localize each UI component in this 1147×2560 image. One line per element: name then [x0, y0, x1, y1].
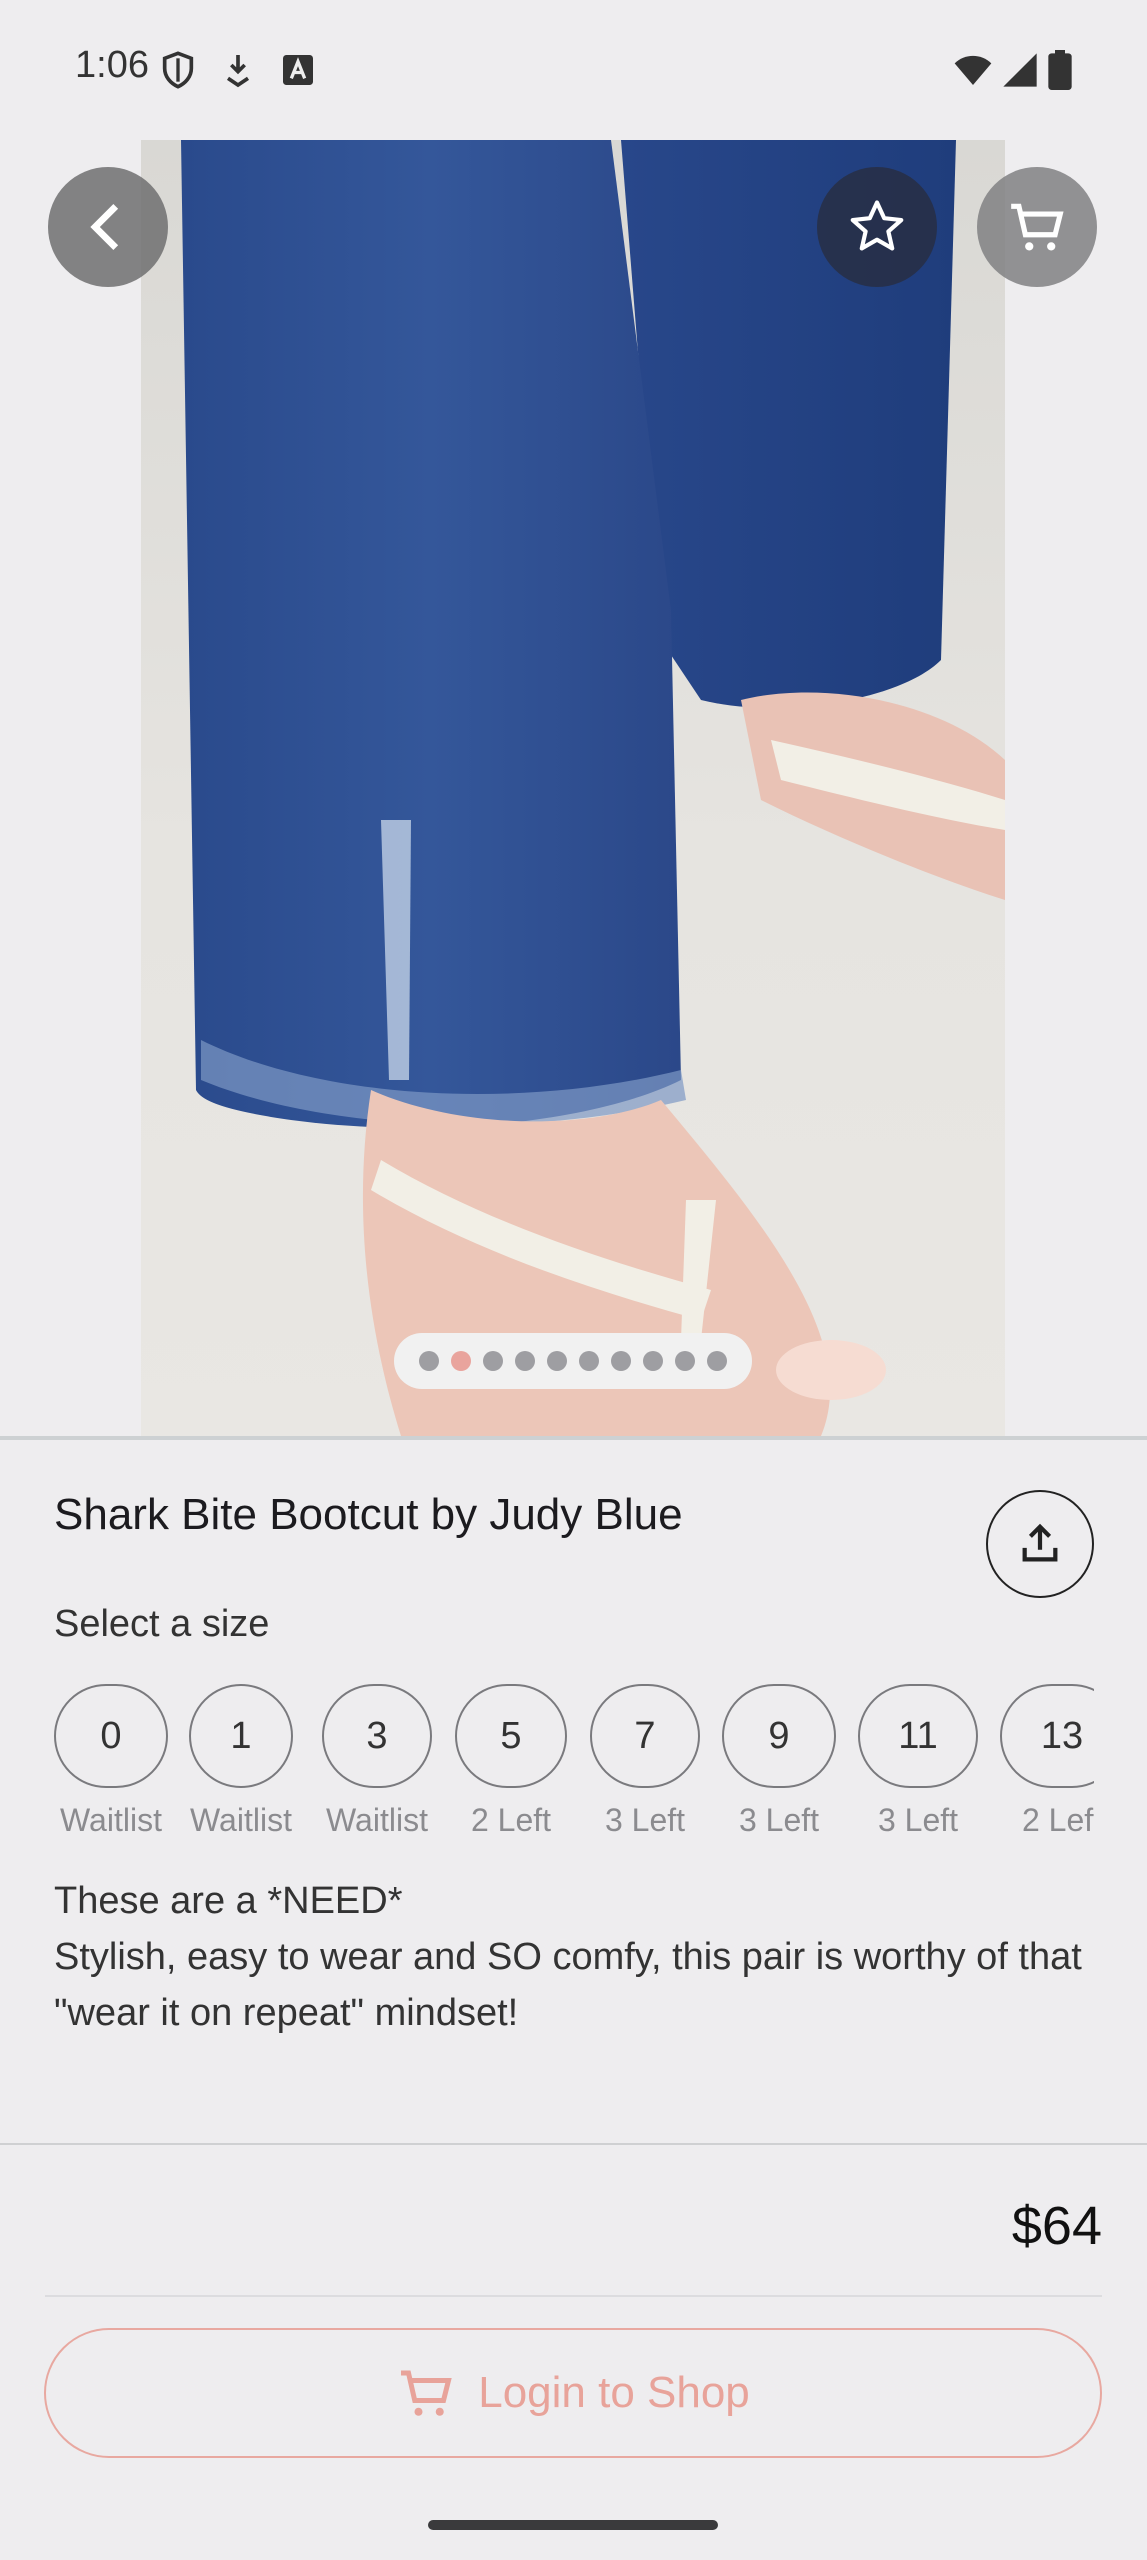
pager-dot[interactable]	[579, 1351, 599, 1371]
description-line: "wear it on repeat" mindset!	[54, 1992, 519, 2034]
status-time: 1:06	[75, 44, 149, 86]
login-to-shop-button[interactable]: Login to Shop	[44, 2328, 1102, 2458]
size-heading: Select a size	[54, 1603, 270, 1645]
size-selector: 0 Waitlist 1 Waitlist 3 Waitlist 5 2 Lef…	[54, 1684, 1094, 1844]
size-status: 3 Left	[604, 1802, 686, 1838]
product-image[interactable]	[141, 140, 1005, 1436]
share-button[interactable]	[986, 1490, 1094, 1598]
pager-dot[interactable]	[611, 1351, 631, 1371]
divider	[45, 2295, 1102, 2297]
pager-dot[interactable]	[643, 1351, 663, 1371]
size-status: Waitlist	[326, 1802, 428, 1838]
size-value: 0	[54, 1684, 168, 1788]
wifi-icon	[950, 50, 996, 90]
size-option[interactable]: 7 3 Left	[588, 1684, 702, 1839]
size-option[interactable]: 0 Waitlist	[54, 1684, 168, 1839]
signal-icon	[1000, 50, 1040, 90]
size-value: 5	[455, 1684, 567, 1788]
size-value: 7	[590, 1684, 700, 1788]
pager-dot[interactable]	[547, 1351, 567, 1371]
size-status: 3 Left	[738, 1802, 820, 1838]
description-line: These are a *NEED*	[54, 1880, 403, 1922]
size-option[interactable]: 1 Waitlist	[184, 1684, 298, 1839]
size-option[interactable]: 9 3 Left	[722, 1684, 836, 1839]
price: $64	[1011, 2196, 1102, 2256]
cart-icon	[401, 2370, 452, 2416]
product-description: These are a *NEED* Stylish, easy to wear…	[54, 1873, 1104, 2041]
pager-dot[interactable]	[483, 1351, 503, 1371]
back-button[interactable]	[48, 167, 168, 287]
status-bar: 1:06	[0, 0, 1147, 140]
share-icon	[1022, 1523, 1058, 1562]
login-label: Login to Shop	[478, 2368, 750, 2417]
cart-button[interactable]	[977, 167, 1097, 287]
size-value: 1	[189, 1684, 293, 1788]
pager-dot[interactable]	[419, 1351, 439, 1371]
description-line: Stylish, easy to wear and SO comfy, this…	[54, 1936, 1082, 1978]
pager-dot[interactable]	[515, 1351, 535, 1371]
size-status: 2 Left	[1021, 1802, 1094, 1838]
size-value: 11	[858, 1684, 978, 1788]
size-status: Waitlist	[190, 1802, 292, 1838]
star-icon	[850, 200, 904, 251]
size-option[interactable]: 3 Waitlist	[320, 1684, 434, 1839]
size-value: 3	[322, 1684, 432, 1788]
size-option[interactable]: 5 2 Left	[454, 1684, 568, 1839]
size-value: 9	[722, 1684, 836, 1788]
divider	[0, 2143, 1147, 2145]
pager-dot-active[interactable]	[451, 1351, 471, 1371]
pager-dot[interactable]	[675, 1351, 695, 1371]
divider	[0, 1436, 1147, 1440]
battery-icon	[1045, 50, 1075, 90]
size-status: 2 Left	[470, 1802, 552, 1838]
favorite-button[interactable]	[817, 167, 937, 287]
image-pager-dots	[394, 1333, 752, 1389]
size-status: 3 Left	[877, 1802, 959, 1838]
size-option[interactable]: 11 3 Left	[858, 1684, 978, 1839]
size-value: 13	[1000, 1684, 1094, 1788]
home-indicator[interactable]	[428, 2520, 718, 2530]
chevron-left-icon	[90, 203, 119, 251]
product-title: Shark Bite Bootcut by Judy Blue	[54, 1490, 683, 1539]
keyboard-a-icon	[278, 50, 318, 90]
jeans-photo	[181, 140, 1005, 1436]
shield-icon	[158, 50, 198, 90]
cart-icon	[1011, 203, 1064, 251]
size-option[interactable]: 13 2 Left	[1000, 1684, 1094, 1839]
size-status: Waitlist	[60, 1802, 162, 1838]
pager-dot[interactable]	[707, 1351, 727, 1371]
download-icon	[218, 50, 258, 90]
